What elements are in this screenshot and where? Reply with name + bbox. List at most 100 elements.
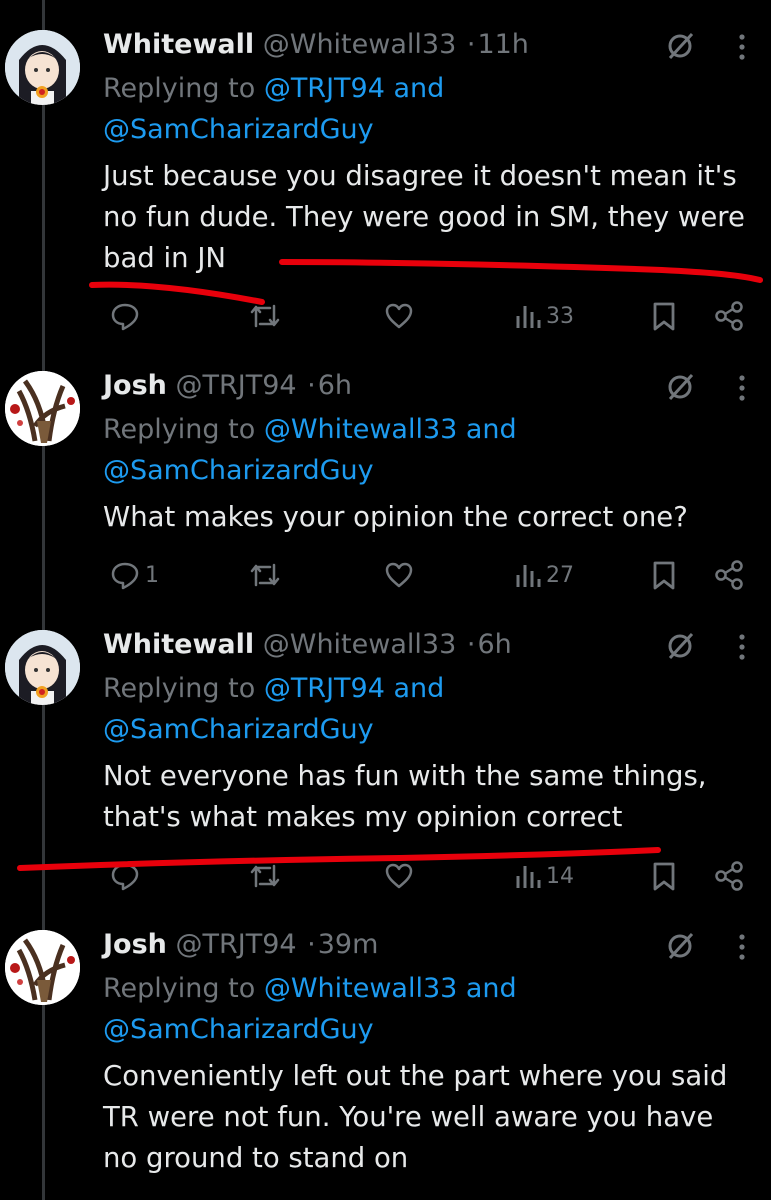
views-button[interactable]: 33 [510,296,574,336]
retweet-icon [248,860,282,892]
timestamp[interactable]: 6h [318,370,352,401]
tweet[interactable]: Josh @TRJT94 ·6h Replying to @Whitewall3… [0,369,771,599]
like-button[interactable] [379,856,415,896]
display-name[interactable]: Josh [103,929,167,960]
mention-link[interactable]: @SamCharizardGuy [103,455,374,486]
like-icon [383,559,415,591]
replying-prefix: Replying to [103,414,256,445]
views-icon [514,300,542,332]
like-button[interactable] [379,296,415,336]
timestamp[interactable]: 39m [318,929,379,960]
grok-icon[interactable] [664,371,696,407]
mention-link[interactable]: @Whitewall33 and [264,973,517,1004]
share-button[interactable] [708,856,746,896]
retweet-button[interactable] [244,856,282,896]
mention-link[interactable]: @SamCharizardGuy [103,714,374,745]
tweet-text-line: bad in JN [103,242,226,274]
tweet-text-line: What makes your opinion the correct one? [103,501,688,533]
bookmark-button[interactable] [646,555,678,595]
action-bar: 1 27 [0,555,771,595]
bookmark-icon [650,559,678,591]
more-icon[interactable] [736,632,748,666]
separator-dot: · [466,629,476,660]
bookmark-icon [650,860,678,892]
view-count: 27 [546,562,574,588]
views-icon [514,559,542,591]
display-name[interactable]: Whitewall [103,629,254,660]
like-icon [383,860,415,892]
replying-to: Replying to @Whitewall33 and @SamChariza… [103,968,763,1050]
view-count: 33 [546,303,574,329]
tweet-text: Just because you disagree it doesn't mea… [103,156,768,279]
share-icon [712,860,746,892]
views-button[interactable]: 14 [510,856,574,896]
reply-icon [109,300,141,332]
replying-prefix: Replying to [103,673,256,704]
tweet-text-line: Not everyone has fun with the same thing… [103,760,707,792]
timestamp[interactable]: 11h [477,29,528,60]
replying-to: Replying to @TRJT94 and @SamCharizardGuy [103,668,763,750]
bookmark-button[interactable] [646,296,678,336]
avatar[interactable] [5,630,80,705]
more-icon[interactable] [736,932,748,966]
views-icon [514,860,542,892]
retweet-button[interactable] [244,555,282,595]
user-handle[interactable]: @Whitewall33 [263,629,457,660]
tweet[interactable]: Whitewall @Whitewall33 ·6h Replying to @… [0,628,771,900]
reply-icon [109,559,141,591]
mention-link[interactable]: @TRJT94 and [264,73,444,104]
grok-icon[interactable] [664,630,696,666]
tweet-text-line: no ground to stand on [103,1142,409,1174]
share-icon [712,300,746,332]
share-button[interactable] [708,555,746,595]
replying-prefix: Replying to [103,73,256,104]
mention-link[interactable]: @SamCharizardGuy [103,114,374,145]
tweet-text: What makes your opinion the correct one? [103,497,768,538]
reply-count: 1 [145,562,159,588]
avatar[interactable] [5,371,80,446]
display-name[interactable]: Josh [103,370,167,401]
views-button[interactable]: 27 [510,555,574,595]
action-bar: 33 [0,296,771,336]
share-button[interactable] [708,296,746,336]
display-name[interactable]: Whitewall [103,29,254,60]
tweet[interactable]: Josh @TRJT94 ·39m Replying to @Whitewall… [0,928,771,1200]
separator-dot: · [466,29,476,60]
replying-to: Replying to @TRJT94 and @SamCharizardGuy [103,68,763,150]
like-button[interactable] [379,555,415,595]
tweet-text-line: that's what makes my opinion correct [103,801,623,833]
reply-button[interactable] [105,856,145,896]
user-handle[interactable]: @Whitewall33 [263,29,457,60]
mention-link[interactable]: @Whitewall33 and [264,414,517,445]
timestamp[interactable]: 6h [477,629,511,660]
more-icon[interactable] [736,32,748,66]
grok-icon[interactable] [664,930,696,966]
replying-prefix: Replying to [103,973,256,1004]
reply-icon [109,860,141,892]
reply-button[interactable]: 1 [105,555,159,595]
retweet-button[interactable] [244,296,282,336]
mention-link[interactable]: @SamCharizardGuy [103,1014,374,1045]
user-handle[interactable]: @TRJT94 [175,370,296,401]
share-icon [712,559,746,591]
tweet-text-line: Conveniently left out the part where you… [103,1060,728,1092]
retweet-icon [248,559,282,591]
bookmark-button[interactable] [646,856,678,896]
tweet-text-line: Just because you disagree it doesn't mea… [103,160,737,192]
more-icon[interactable] [736,373,748,407]
tweet-header: Whitewall @Whitewall33 ·11h [103,28,529,62]
user-handle[interactable]: @TRJT94 [175,929,296,960]
separator-dot: · [307,929,316,960]
replying-to: Replying to @Whitewall33 and @SamChariza… [103,409,763,491]
separator-dot: · [307,370,316,401]
avatar[interactable] [5,30,80,105]
action-bar: 14 [0,856,771,896]
tweet-text: Not everyone has fun with the same thing… [103,756,768,838]
tweet-text-line: TR were not fun. You're well aware you h… [103,1101,714,1133]
reply-button[interactable] [105,296,145,336]
view-count: 14 [546,863,574,889]
mention-link[interactable]: @TRJT94 and [264,673,444,704]
avatar[interactable] [5,930,80,1005]
tweet[interactable]: Whitewall @Whitewall33 ·11h Replying to … [0,28,771,343]
grok-icon[interactable] [664,30,696,66]
